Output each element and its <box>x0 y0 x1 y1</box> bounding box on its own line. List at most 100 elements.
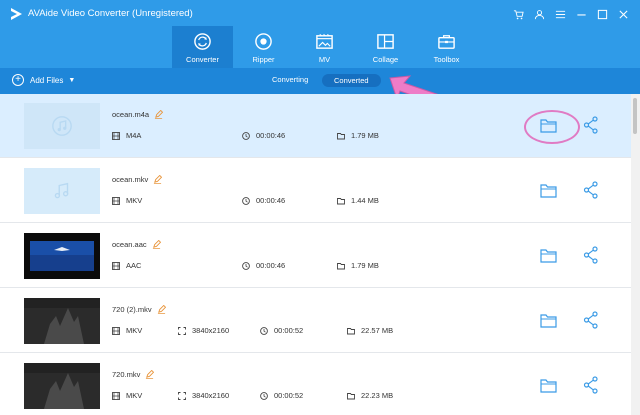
file-row[interactable]: ocean.aac AAC 00:00:46 1.79 MB <box>0 224 631 288</box>
video-thumbnail-image <box>24 363 100 409</box>
nav-label: Collage <box>372 55 399 64</box>
film-icon <box>112 261 120 270</box>
duration-label: 00:00:46 <box>256 196 286 205</box>
collage-icon <box>377 34 394 49</box>
scrollbar-thumb[interactable] <box>633 98 637 134</box>
duration-info: 00:00:46 <box>242 261 285 270</box>
window-controls <box>508 4 634 24</box>
format-label: MKV <box>126 391 143 400</box>
video-thumbnail-image <box>24 298 100 344</box>
file-name: 720 (2).mkv <box>112 305 166 314</box>
app-logo-icon <box>11 8 22 20</box>
close-icon[interactable] <box>613 4 634 24</box>
size-info: 1.79 MB <box>337 131 379 140</box>
share-icon[interactable] <box>583 181 599 199</box>
edit-icon[interactable] <box>153 175 163 184</box>
file-name-label: ocean.mkv <box>112 175 149 184</box>
nav-label: Converter <box>186 55 219 64</box>
share-icon[interactable] <box>583 311 599 329</box>
nav-collage[interactable]: Collage <box>355 26 416 68</box>
audio-file-icon <box>52 116 72 136</box>
duration-label: 00:00:46 <box>256 131 286 140</box>
title-bar: AVAide Video Converter (Unregistered) Co… <box>0 0 640 68</box>
duration-info: 00:00:46 <box>242 131 285 140</box>
cart-icon[interactable] <box>508 4 529 24</box>
share-icon[interactable] <box>583 376 599 394</box>
open-folder-icon[interactable] <box>540 378 557 393</box>
size-info: 1.79 MB <box>337 261 379 270</box>
file-thumbnail <box>24 168 100 214</box>
file-row[interactable]: 720 (2).mkv MKV 3840x2160 00:00:52 22.57… <box>0 289 631 353</box>
open-folder-icon[interactable] <box>540 248 557 263</box>
chevron-down-icon[interactable]: ▼ <box>68 77 75 84</box>
clock-icon <box>242 196 250 205</box>
nav-ripper[interactable]: Ripper <box>233 26 294 68</box>
file-name-label: ocean.aac <box>112 240 147 249</box>
open-folder-icon[interactable] <box>540 313 557 328</box>
file-name: ocean.m4a <box>112 110 164 119</box>
maximize-icon[interactable] <box>592 4 613 24</box>
file-thumbnail <box>24 233 100 279</box>
file-row[interactable]: 720.mkv MKV 3840x2160 00:00:52 22.23 MB <box>0 354 631 415</box>
resolution-info: 3840x2160 <box>178 326 229 335</box>
edit-icon[interactable] <box>157 305 166 314</box>
user-icon[interactable] <box>529 4 550 24</box>
clock-icon <box>242 261 250 270</box>
edit-icon[interactable] <box>152 240 161 249</box>
add-files-button[interactable]: + Add Files ▼ <box>12 74 75 86</box>
film-icon <box>112 131 120 140</box>
file-name: ocean.mkv <box>112 175 163 184</box>
open-folder-icon[interactable] <box>540 183 557 198</box>
file-name: ocean.aac <box>112 240 161 249</box>
minimize-icon[interactable] <box>571 4 592 24</box>
film-icon <box>112 326 120 335</box>
file-thumbnail <box>24 103 100 149</box>
folder-small-icon <box>337 262 345 269</box>
share-icon[interactable] <box>583 116 599 134</box>
format-label: AAC <box>126 261 142 270</box>
size-label: 1.79 MB <box>351 131 379 140</box>
file-row[interactable]: ocean.m4a M4A 00:00:46 1.79 MB <box>0 94 631 158</box>
resolution-info: 3840x2160 <box>178 391 229 400</box>
folder-small-icon <box>347 327 355 334</box>
size-label: 1.79 MB <box>351 261 379 270</box>
nav-converter[interactable]: Converter <box>172 26 233 68</box>
duration-label: 00:00:46 <box>256 261 286 270</box>
format-info: M4A <box>112 131 141 140</box>
size-label: 22.57 MB <box>361 326 394 335</box>
format-info: AAC <box>112 261 141 270</box>
file-name-label: 720 (2).mkv <box>112 305 152 314</box>
converter-icon <box>194 33 211 50</box>
edit-icon[interactable] <box>145 370 155 379</box>
duration-label: 00:00:52 <box>274 326 304 335</box>
file-name-label: ocean.m4a <box>112 110 150 119</box>
clock-icon <box>242 131 250 140</box>
duration-info: 00:00:46 <box>242 196 285 205</box>
format-info: MKV <box>112 326 142 335</box>
plus-icon: + <box>12 74 24 86</box>
share-icon[interactable] <box>583 246 599 264</box>
menu-icon[interactable] <box>550 4 571 24</box>
toolbox-icon <box>438 35 455 49</box>
scrollbar[interactable] <box>631 94 640 415</box>
film-icon <box>112 391 120 400</box>
tab-converting[interactable]: Converting <box>272 75 308 84</box>
nav-label: MV <box>318 55 331 64</box>
toolbar: + Add Files ▼ Converting Converted <box>0 68 640 94</box>
format-label: M4A <box>126 131 142 140</box>
add-files-label: Add Files <box>30 75 64 85</box>
file-name-label: 720.mkv <box>112 370 141 379</box>
nav-mv[interactable]: MV <box>294 26 355 68</box>
app-title: AVAide Video Converter (Unregistered) <box>28 8 193 19</box>
ripper-icon <box>255 33 272 50</box>
nav-toolbox[interactable]: Toolbox <box>416 26 477 68</box>
expand-icon <box>178 326 186 335</box>
file-row[interactable]: ocean.mkv MKV 00:00:46 1.44 MB <box>0 159 631 223</box>
main-nav: Converter Ripper MV Collage Toolbox <box>172 26 477 68</box>
film-icon <box>112 196 120 205</box>
tab-converted[interactable]: Converted <box>322 74 381 87</box>
file-name: 720.mkv <box>112 370 155 379</box>
video-thumbnail-image <box>24 233 100 279</box>
edit-icon[interactable] <box>154 110 164 119</box>
size-label: 22.23 MB <box>361 391 394 400</box>
